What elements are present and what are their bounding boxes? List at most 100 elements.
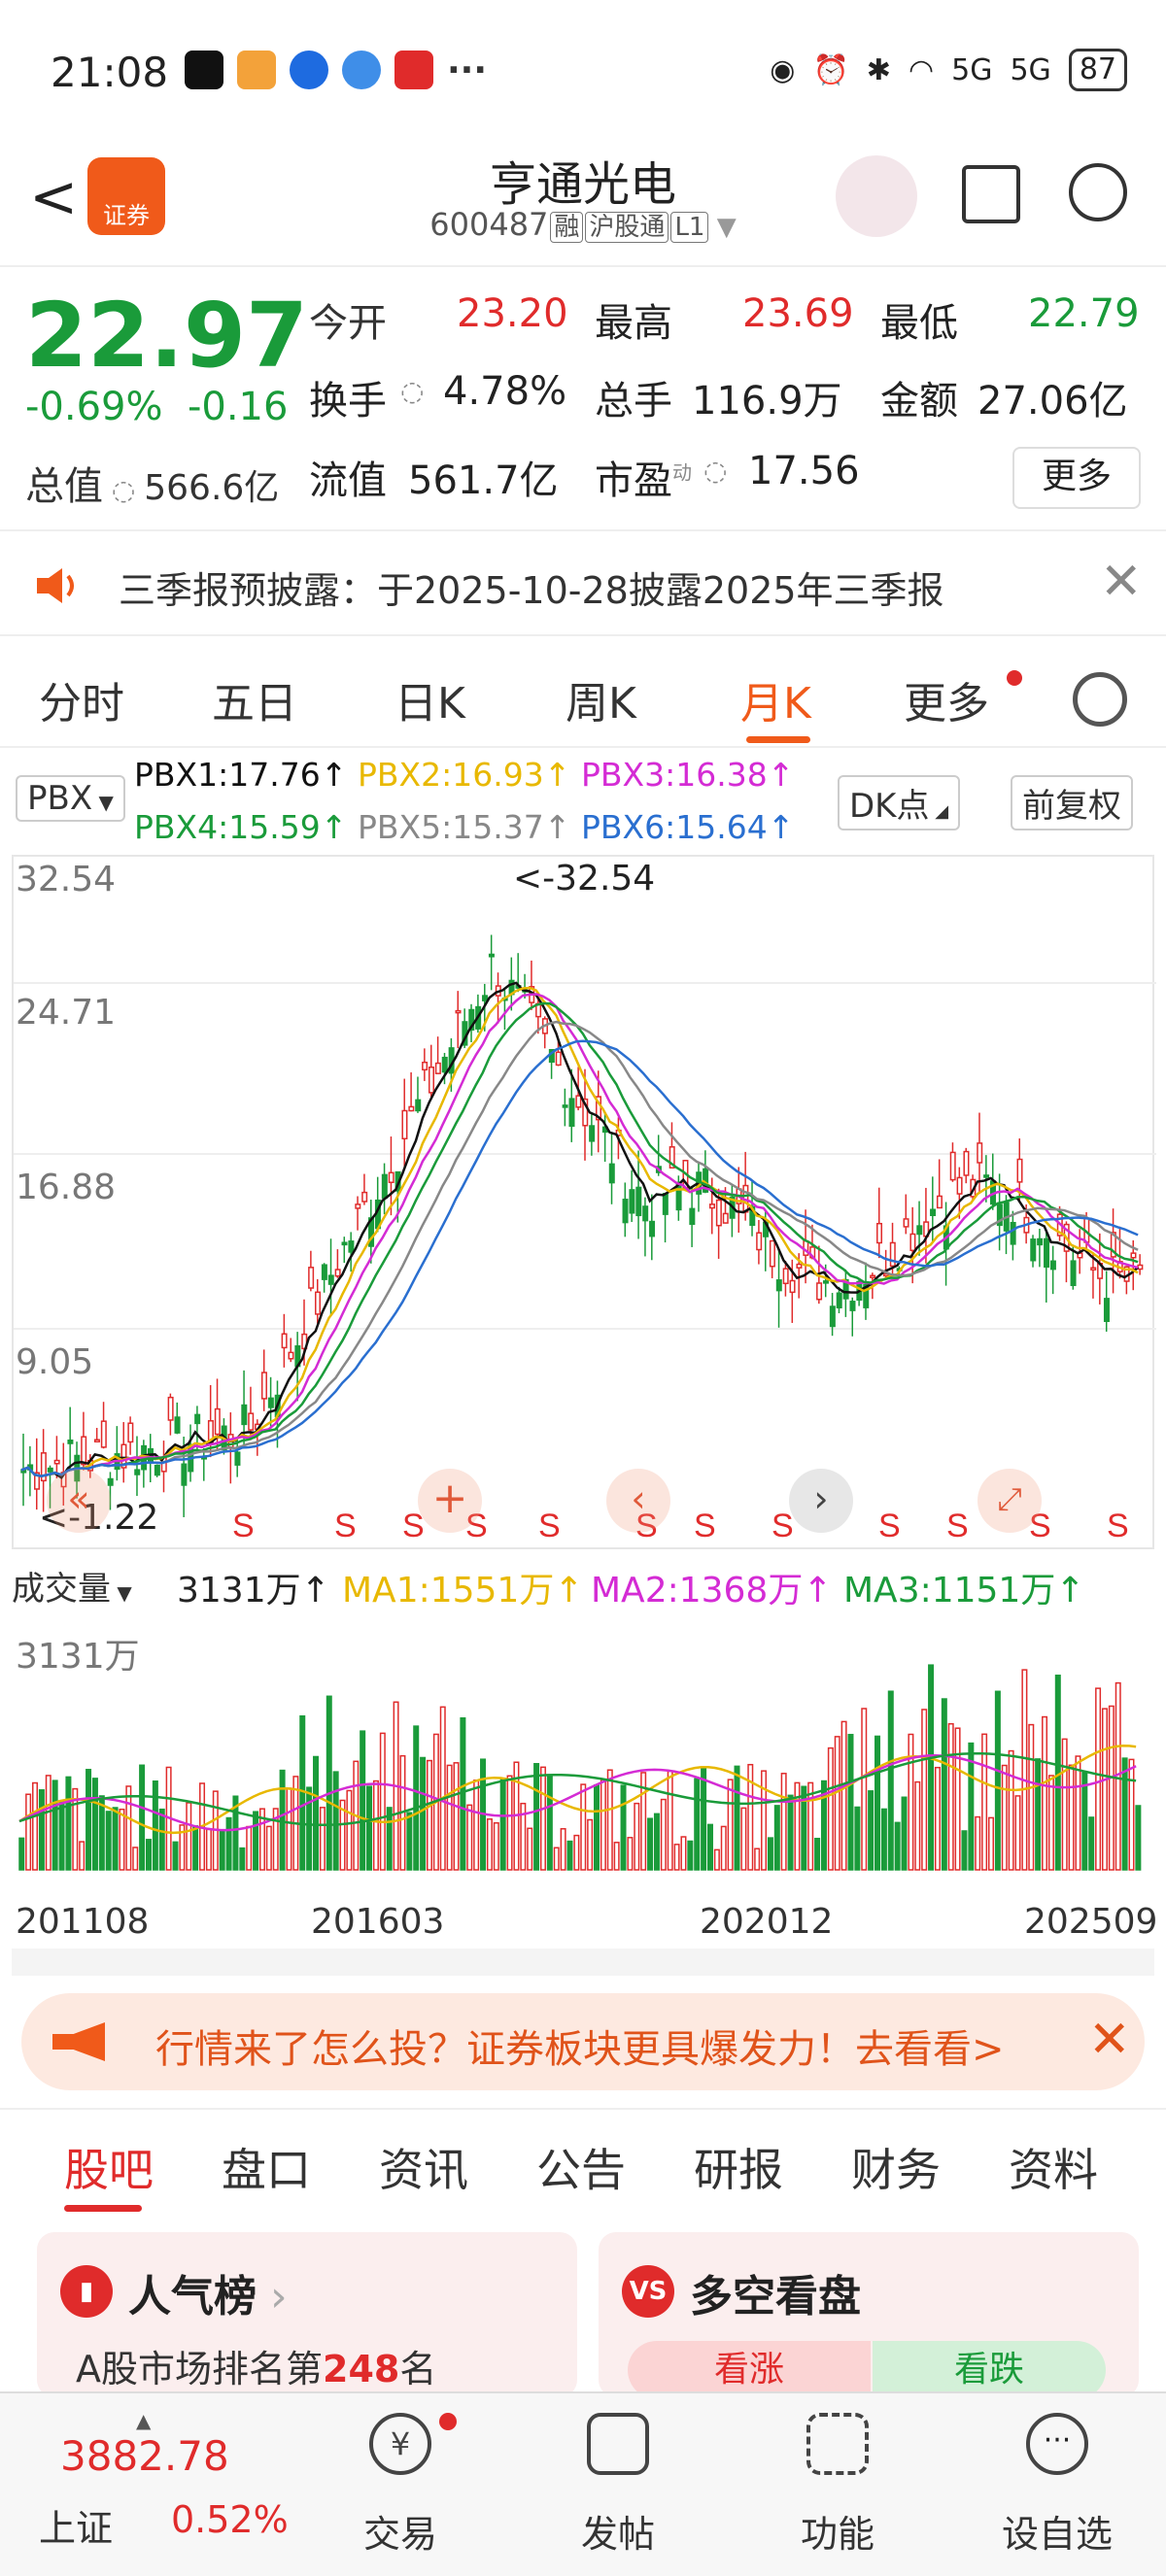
candle-body xyxy=(93,1439,100,1442)
volume-bar xyxy=(734,1765,740,1871)
fullscreen-icon[interactable]: ⤢ xyxy=(977,1469,1042,1533)
candle-body xyxy=(434,1062,441,1074)
tab-daily-k[interactable]: 日K xyxy=(394,668,465,730)
volume-bar xyxy=(928,1664,935,1871)
candle-body xyxy=(849,1301,856,1311)
volume-bar xyxy=(366,1785,373,1871)
volume-bar xyxy=(908,1733,914,1871)
high-value: 23.69 xyxy=(742,291,854,336)
index-percent: 0.52% xyxy=(171,2498,289,2541)
share-icon[interactable] xyxy=(962,165,1020,223)
high-label: 最高 xyxy=(595,301,672,346)
grid-icon xyxy=(806,2413,869,2475)
nav-trade[interactable]: ¥ 交易 xyxy=(332,2413,468,2558)
candle-body xyxy=(134,1469,141,1475)
candle-body xyxy=(622,1199,629,1224)
candle-body xyxy=(775,1279,782,1292)
earnings-notice[interactable]: 三季报预披露：于2025-10-28披露2025年三季报 ✕ xyxy=(0,529,1166,636)
chevron-down-icon[interactable]: ▼ xyxy=(708,213,737,242)
volume-bar xyxy=(1088,1816,1095,1871)
candle-body xyxy=(782,1268,789,1285)
candle-body xyxy=(154,1464,160,1476)
rank-number: 248 xyxy=(323,2348,400,2390)
candle-body xyxy=(608,1163,615,1184)
close-icon[interactable]: ✕ xyxy=(1088,2011,1131,2069)
volume-indicator-select[interactable]: 成交量 ▼ xyxy=(12,1562,132,1610)
chevron-right-icon[interactable]: › xyxy=(789,1469,853,1533)
volume-bar xyxy=(91,1778,98,1871)
promo-banner[interactable]: 行情来了怎么投？证券板块更具爆发力！去看看> ✕ xyxy=(21,1993,1145,2090)
tab-more[interactable]: 更多 xyxy=(904,668,989,730)
volume-bar xyxy=(125,1785,132,1871)
indicator-select[interactable]: PBX ▼ xyxy=(16,775,125,822)
pe-value: 17.56 xyxy=(748,449,860,493)
bottom-navigation: ▲ 3882.78 上证 0.52% ¥ 交易 发帖 功能 ··· 设自选 xyxy=(0,2391,1166,2576)
adjust-select[interactable]: 前复权 xyxy=(1011,775,1133,830)
bull-bear-card[interactable]: VS 多空看盘 看涨 看跌 xyxy=(599,2232,1139,2399)
nav-post[interactable]: 发帖 xyxy=(550,2413,686,2558)
bear-button[interactable]: 看跌 xyxy=(873,2341,1106,2399)
dk-point-select[interactable]: DK点 ◢ xyxy=(838,775,961,830)
tab-announcements[interactable]: 公告 xyxy=(536,2135,626,2199)
volume-bar xyxy=(761,1770,768,1871)
nav-functions[interactable]: 功能 xyxy=(770,2413,906,2558)
candle-body xyxy=(722,1212,729,1224)
tab-five-day[interactable]: 五日 xyxy=(212,668,297,730)
speaker-icon xyxy=(37,568,74,603)
info-icon[interactable]: ◌ xyxy=(400,375,424,407)
last-price: 22.97 xyxy=(25,284,309,388)
tab-monthly-k[interactable]: 月K xyxy=(740,668,811,730)
pe-label: 市盈动 xyxy=(595,449,692,505)
volume-bar xyxy=(1095,1687,1102,1871)
candle-body xyxy=(635,1186,642,1217)
volume-bar xyxy=(225,1816,232,1871)
tab-forum[interactable]: 股吧 xyxy=(64,2135,154,2199)
tab-research[interactable]: 研报 xyxy=(694,2135,783,2199)
tab-weekly-k[interactable]: 周K xyxy=(566,668,636,730)
gear-icon[interactable] xyxy=(1073,672,1127,727)
tab-financials[interactable]: 财务 xyxy=(851,2135,941,2199)
volume-bar xyxy=(446,1764,453,1871)
clock: 21:08 xyxy=(51,49,169,96)
nav-trade-label: 交易 xyxy=(362,2513,437,2556)
edit-icon xyxy=(587,2413,649,2475)
candle-body xyxy=(1037,1237,1044,1246)
chevron-left-icon[interactable]: ‹ xyxy=(606,1469,670,1533)
x-tick-label: 201603 xyxy=(311,1902,445,1942)
wifi-icon: ◠ xyxy=(908,52,935,87)
volume-bar xyxy=(975,1815,981,1871)
volume-bar xyxy=(145,1839,152,1871)
rewind-icon[interactable]: « xyxy=(47,1469,111,1533)
more-quote-button[interactable]: 更多 xyxy=(1012,447,1141,509)
assistant-avatar-icon[interactable] xyxy=(836,155,917,237)
kline-chart[interactable]: SSSSSSSSSSSS xyxy=(12,855,1156,1549)
volume-bar xyxy=(413,1725,420,1871)
tab-profile[interactable]: 资料 xyxy=(1009,2135,1098,2199)
tab-orderbook[interactable]: 盘口 xyxy=(222,2135,311,2199)
nav-watchlist[interactable]: ··· 设自选 xyxy=(989,2413,1125,2558)
tab-news[interactable]: 资讯 xyxy=(379,2135,468,2199)
popularity-card[interactable]: ▮ 人气榜 › A股市场排名第248名 xyxy=(37,2232,577,2397)
candle-body xyxy=(415,1099,422,1112)
active-tab-indicator xyxy=(746,736,810,743)
bluetooth-icon: ✱ xyxy=(866,52,891,87)
volume-bar xyxy=(172,1841,179,1871)
search-icon[interactable] xyxy=(1069,163,1127,221)
volume-bar xyxy=(961,1830,968,1871)
candle-body xyxy=(949,1151,956,1181)
volume-bar xyxy=(1135,1805,1142,1871)
candle-body xyxy=(388,1171,394,1183)
candle-body xyxy=(689,1207,696,1225)
caret-up-icon: ▲ xyxy=(136,2409,152,2432)
close-icon[interactable]: ✕ xyxy=(1100,553,1143,611)
volume-bar xyxy=(313,1755,320,1871)
info-icon[interactable]: ◌ xyxy=(703,455,727,487)
info-icon[interactable]: ◌ xyxy=(103,474,144,506)
pbx3-value: PBX3:16.38↑ xyxy=(581,756,795,794)
float-value: 561.7亿 xyxy=(408,458,559,503)
volume-chart[interactable] xyxy=(12,1617,1154,1884)
bull-button[interactable]: 看涨 xyxy=(628,2341,871,2399)
zoom-in-icon[interactable]: + xyxy=(418,1469,482,1533)
volume-bar xyxy=(253,1811,259,1871)
tab-intraday[interactable]: 分时 xyxy=(39,668,124,730)
